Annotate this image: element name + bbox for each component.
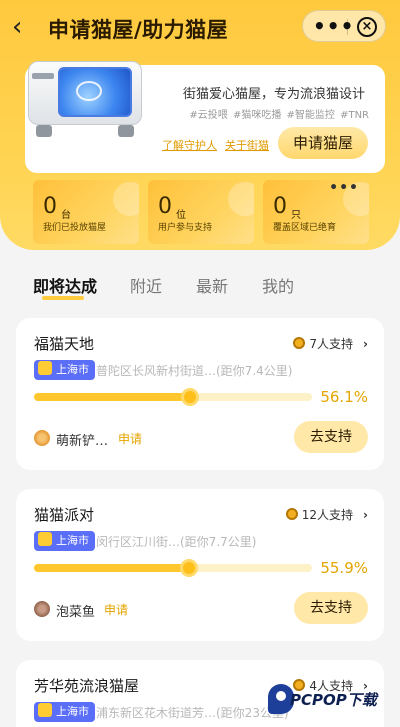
cat-house-card[interactable]: 猫猫派对 12人支持 › 上海市 闵行区江川街…(距你7.7公里) 55.9% 泡…	[16, 489, 384, 641]
progress-knob	[180, 388, 199, 406]
medal-icon	[285, 508, 298, 520]
pcpop-watermark: PCPOP下载	[268, 682, 396, 716]
progress-percent: 56.1%	[320, 388, 368, 406]
progress-knob	[180, 559, 199, 577]
stat-desc: 用户参与支持	[158, 223, 213, 233]
tab-upcoming[interactable]: 即将达成	[33, 273, 97, 297]
card-address: 浦东新区花木街道芳…(距你23公里)	[96, 706, 289, 720]
city-badge: 上海市	[34, 702, 95, 722]
stat-neutered: ••• 0 只 覆盖区域已绝育	[263, 180, 369, 244]
location-icon	[38, 361, 52, 375]
hero-slogan: 街猫爱心猫屋，专为流浪猫设计	[182, 87, 365, 102]
stat-number: 0	[158, 194, 172, 219]
city-badge: 上海市	[34, 531, 95, 551]
tab-latest[interactable]: 最新	[196, 273, 228, 297]
about-link[interactable]: 关于街猫	[225, 137, 269, 153]
tab-nearby[interactable]: 附近	[130, 273, 162, 297]
card-address: 普陀区长风新村街道…(距你7.4公里)	[96, 364, 293, 378]
city-badge: 上海市	[34, 360, 95, 380]
progress-fill	[34, 564, 190, 572]
mini-program-capsule: ••• ×	[302, 10, 386, 42]
back-arrow-icon[interactable]: ‹	[12, 12, 40, 44]
stat-number: 0	[43, 194, 57, 219]
progress-bar	[34, 388, 312, 406]
stat-houses: 0 台 我们已投放猫屋	[33, 180, 139, 244]
progress-fill	[34, 393, 190, 401]
top-nav: ‹ 申请猫屋/助力猫屋 ••• ×	[0, 0, 400, 56]
cat-house-card[interactable]: 福猫天地 7人支持 › 上海市 普陀区长风新村街道…(距你7.4公里) 56.1%…	[16, 318, 384, 470]
support-count[interactable]: 12人支持 ›	[285, 506, 368, 523]
user-avatar	[34, 601, 50, 617]
cat-house-image	[22, 55, 150, 139]
page-title: 申请猫屋/助力猫屋	[48, 18, 229, 42]
support-count[interactable]: 7人支持 ›	[293, 335, 368, 352]
capsule-divider	[347, 19, 348, 35]
applicant-name: 萌新铲…	[56, 434, 109, 449]
location-icon	[38, 703, 52, 717]
apply-tag: 申请	[104, 603, 129, 617]
active-tab-indicator	[42, 296, 84, 300]
progress-bar	[34, 559, 312, 577]
stat-desc: 我们已投放猫屋	[43, 223, 107, 233]
apply-tag: 申请	[118, 432, 143, 446]
card-title: 福猫天地	[34, 335, 95, 353]
hero-tags: #云投喂 #猫咪吃播 #智能监控 #TNR	[189, 110, 369, 121]
applicant-name: 泡菜鱼	[56, 605, 96, 620]
support-button[interactable]: 去支持	[294, 592, 368, 624]
stat-number: 0	[273, 194, 287, 219]
card-address: 闵行区江川街…(距你7.7公里)	[96, 535, 257, 549]
close-circle-icon[interactable]: ×	[357, 17, 377, 37]
card-title: 芳华苑流浪猫屋	[34, 677, 140, 695]
card-title: 猫猫派对	[34, 506, 95, 524]
progress-percent: 55.9%	[320, 559, 368, 577]
apply-cat-house-button[interactable]: 申请猫屋	[278, 127, 368, 159]
stat-unit: 只	[291, 210, 301, 221]
tab-mine[interactable]: 我的	[262, 273, 294, 297]
watermark-text: PCPOP下载	[290, 691, 377, 709]
tab-bar: 即将达成 附近 最新 我的	[0, 268, 400, 302]
location-icon	[38, 532, 52, 546]
stat-unit: 位	[176, 210, 186, 221]
chevron-right-icon: ›	[363, 508, 368, 522]
guardian-link[interactable]: 了解守护人	[162, 137, 217, 153]
stat-desc: 覆盖区域已绝育	[273, 223, 337, 233]
user-avatar	[34, 430, 50, 446]
support-button[interactable]: 去支持	[294, 421, 368, 453]
stat-unit: 台	[61, 210, 71, 221]
stat-users: 0 位 用户参与支持	[148, 180, 254, 244]
medal-icon	[293, 337, 306, 349]
more-dots-icon[interactable]: •••	[329, 180, 359, 196]
more-dots-icon[interactable]: •••	[313, 16, 353, 36]
chevron-right-icon: ›	[363, 337, 368, 351]
